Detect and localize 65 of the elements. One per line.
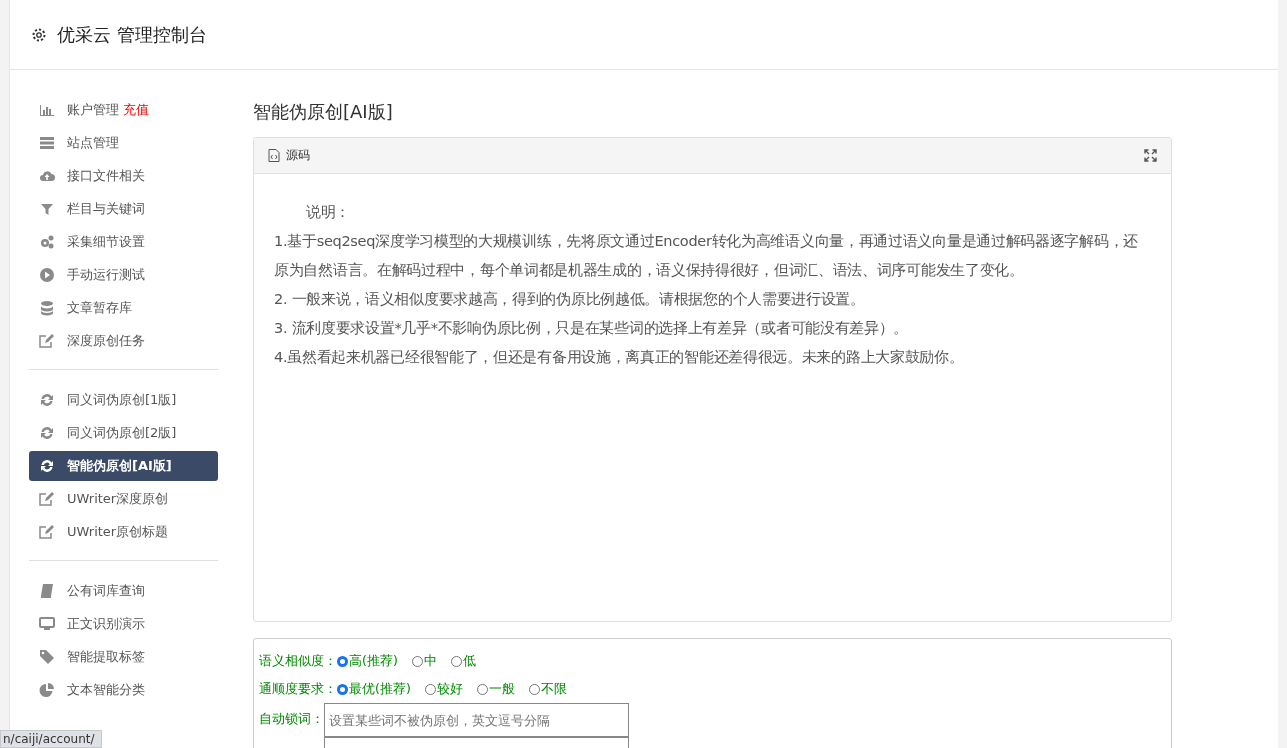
sidebar-item[interactable]: UWriter原创标题 — [29, 517, 218, 547]
radio-button[interactable] — [476, 683, 488, 695]
sidebar-item[interactable]: 采集细节设置 — [29, 227, 218, 257]
fullscreen-icon[interactable] — [1144, 149, 1157, 162]
sidebar-item[interactable]: 手动运行测试 — [29, 260, 218, 290]
database-icon — [39, 300, 55, 316]
sidebar-item[interactable]: 公有词库查询 — [29, 576, 218, 606]
field-label: 语义相似度： — [259, 652, 337, 670]
radio-option[interactable]: 最优(推荐) — [337, 680, 411, 698]
source-button[interactable]: 源码 — [286, 147, 310, 164]
edit-icon — [39, 524, 55, 540]
sidebar-item[interactable]: UWriter深度原创 — [29, 484, 218, 514]
recharge-link[interactable]: 充值 — [123, 101, 149, 119]
sidebar-item[interactable]: 接口文件相关 — [29, 161, 218, 191]
paragraph: 1.基于seq2seq深度学习模型的大规模训练，先将原文通过Encoder转化为高维语义向量，再通过语义向量是通过解码器逐字解码，还原为自然语言。在解码过程中，每个单词都是机器生成的，语义保持得很好，但词汇、语法、词序可能发生了变化。 — [274, 232, 1139, 280]
refresh-icon — [39, 392, 55, 408]
radio-button[interactable] — [424, 683, 436, 695]
field-label: 通顺度要求： — [259, 680, 337, 698]
pie-chart-icon — [39, 682, 55, 698]
refresh-icon — [39, 458, 55, 474]
status-url: n/caiji/account/ — [0, 730, 102, 748]
document-icon[interactable] — [268, 149, 280, 162]
radio-option[interactable]: 低 — [450, 652, 476, 670]
filter-icon — [39, 201, 55, 217]
cloud-upload-icon — [39, 168, 55, 184]
sidebar-item[interactable]: 同义词伪原创[1版] — [29, 385, 218, 415]
book-icon — [39, 583, 55, 599]
sidebar-item[interactable]: 文本智能分类 — [29, 675, 218, 705]
paragraph: 3. 流利度要求设置*几乎*不影响伪原比例，只是在某些词的选择上有差异（或者可能没有差异）。 — [274, 319, 910, 338]
monitor-icon — [39, 616, 55, 632]
tag-icon — [39, 649, 55, 665]
app-title: 优采云 管理控制台 — [57, 22, 207, 47]
sidebar-item[interactable]: 站点管理 — [29, 128, 218, 158]
paragraph: 2. 一般来说，语义相似度要求越高，得到的伪原比例越低。请根据您的个人需要进行设置。 — [274, 290, 866, 309]
paragraph: 4.虽然看起来机器已经很智能了，但还是有备用设施，离真正的智能还差得很远。未来的路上大家鼓励你。 — [274, 348, 965, 367]
server-icon — [39, 135, 55, 151]
radio-option[interactable]: 中 — [411, 652, 437, 670]
radio-option[interactable]: 较好 — [424, 680, 463, 698]
edit-icon — [39, 333, 55, 349]
lock-words-field[interactable]: 设置某些词不被伪原创，英文逗号分隔 — [324, 703, 629, 737]
sidebar-item[interactable]: 文章暂存库 — [29, 293, 218, 323]
radio-button[interactable] — [450, 655, 462, 667]
bar-chart-icon — [39, 102, 55, 118]
sidebar-item[interactable]: 同义词伪原创[2版] — [29, 418, 218, 448]
gears-icon — [39, 234, 55, 250]
sidebar-item[interactable]: 账户管理 充值 — [29, 95, 218, 125]
sidebar-item[interactable]: 智能伪原创[AI版] — [29, 451, 218, 481]
sidebar-item[interactable]: 智能提取标签 — [29, 642, 218, 672]
radio-button[interactable] — [337, 655, 348, 667]
play-icon — [39, 267, 55, 283]
radio-option[interactable]: 一般 — [476, 680, 515, 698]
sidebar-item[interactable]: 栏目与关键词 — [29, 194, 218, 224]
radio-option[interactable]: 不限 — [528, 680, 567, 698]
settings-icon — [31, 26, 47, 43]
radio-button[interactable] — [528, 683, 540, 695]
radio-option[interactable]: 高(推荐) — [337, 652, 398, 670]
field-label: 自动锁词： — [259, 711, 324, 728]
edit-icon — [39, 491, 55, 507]
page-title: 智能伪原创[AI版] — [253, 100, 394, 124]
sidebar-item[interactable]: 深度原创任务 — [29, 326, 218, 356]
radio-button[interactable] — [411, 655, 423, 667]
sidebar-item[interactable]: 正文识别演示 — [29, 609, 218, 639]
paragraph: 说明： — [305, 203, 352, 222]
radio-button[interactable] — [337, 683, 348, 695]
refresh-icon — [39, 425, 55, 441]
